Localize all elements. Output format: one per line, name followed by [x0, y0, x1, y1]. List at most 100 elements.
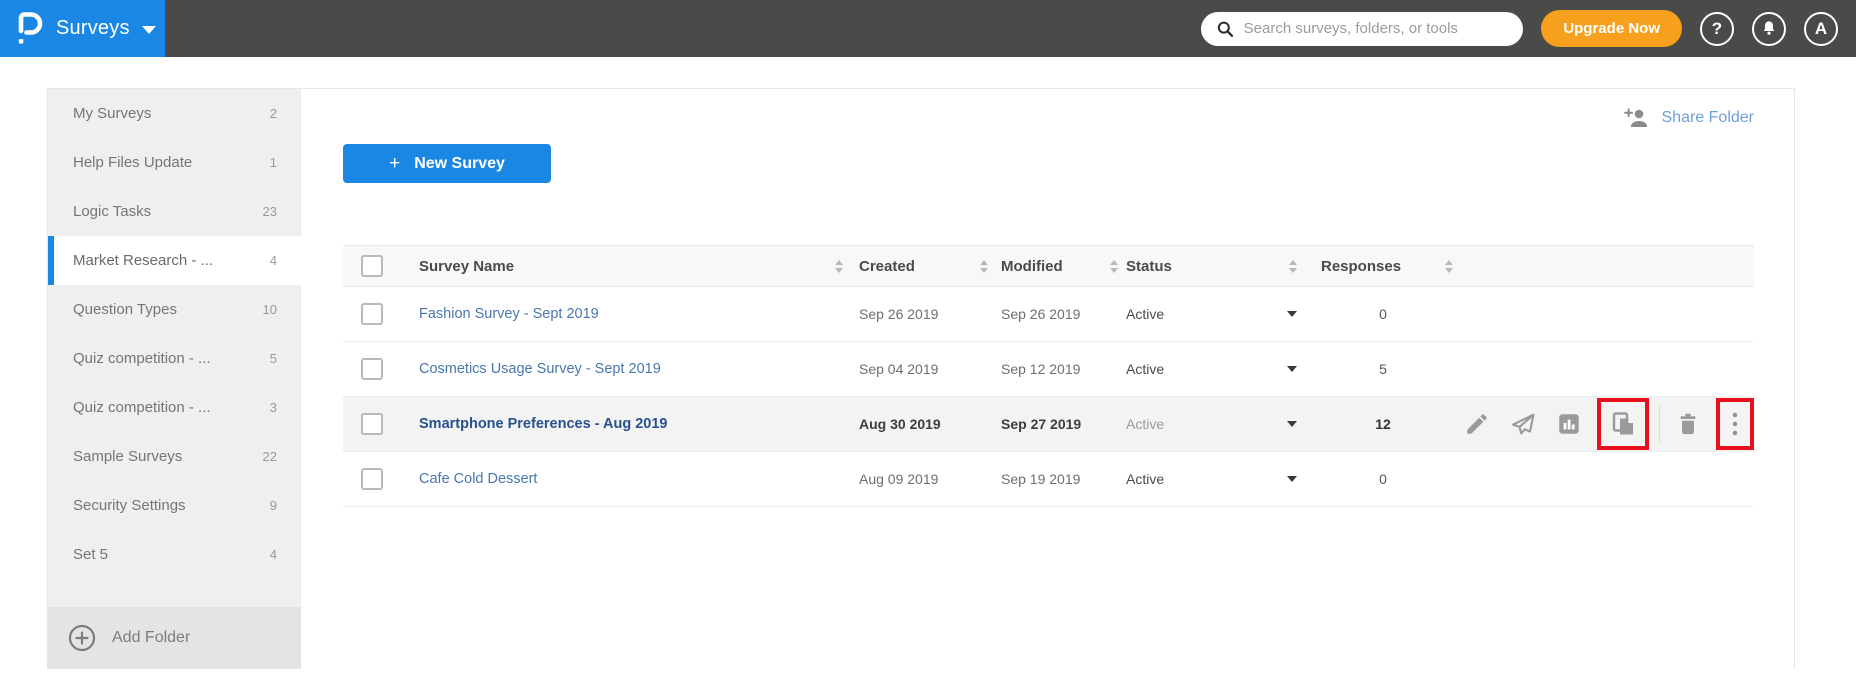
sidebar-item-sample-surveys[interactable]: Sample Surveys 22: [48, 432, 301, 481]
responses-count: 0: [1379, 471, 1387, 487]
copy-icon: [1612, 412, 1633, 435]
row-checkbox[interactable]: [361, 413, 383, 435]
topbar-right-group: Upgrade Now ? A: [1201, 0, 1856, 57]
folder-count: 23: [262, 204, 277, 219]
folder-label: Security Settings: [73, 497, 186, 514]
new-survey-label: New Survey: [414, 154, 505, 172]
person-add-icon: [1623, 108, 1647, 127]
notifications-button[interactable]: [1752, 11, 1786, 46]
upgrade-now-button[interactable]: Upgrade Now: [1541, 10, 1682, 47]
add-folder-button[interactable]: Add Folder: [48, 607, 301, 669]
folder-label: Logic Tasks: [73, 203, 152, 220]
product-switcher[interactable]: Surveys: [0, 0, 165, 57]
table-row: Cafe Cold Dessert Aug 09 2019 Sep 19 201…: [343, 452, 1754, 507]
status-value: Active: [1126, 361, 1165, 377]
folder-label: Quiz competition - ...: [73, 350, 211, 367]
folder-count: 22: [262, 449, 277, 464]
sidebar-item-quiz-competition-1[interactable]: Quiz competition - ... 5: [48, 334, 301, 383]
new-survey-button[interactable]: + New Survey: [343, 144, 551, 183]
table-row: Cosmetics Usage Survey - Sept 2019 Sep 0…: [343, 342, 1754, 397]
chevron-down-icon: [141, 26, 156, 34]
folder-label: Market Research - ...: [73, 252, 214, 269]
edit-button[interactable]: [1459, 406, 1495, 442]
global-search[interactable]: [1201, 11, 1524, 46]
sidebar-item-question-types[interactable]: Question Types 10: [48, 285, 301, 334]
folder-label: Sample Surveys: [73, 448, 183, 465]
delete-button[interactable]: [1670, 406, 1706, 442]
sidebar-item-set-5[interactable]: Set 5 4: [48, 530, 301, 579]
sidebar-item-market-research[interactable]: Market Research - ... 4: [48, 236, 301, 285]
modified-date: Sep 27 2019: [1001, 416, 1082, 432]
status-dropdown[interactable]: [1287, 421, 1297, 427]
row-checkbox[interactable]: [361, 468, 383, 490]
actions-divider: [1659, 406, 1660, 442]
column-header-modified: Modified: [1001, 257, 1063, 275]
bar-chart-icon: [1559, 414, 1579, 434]
help-button[interactable]: ?: [1700, 11, 1734, 46]
surveys-panel: My Surveys 2 Help Files Update 1 Logic T…: [47, 88, 1795, 669]
circle-plus-icon: [68, 624, 96, 652]
sidebar-item-my-surveys[interactable]: My Surveys 2: [48, 89, 301, 138]
survey-name-link[interactable]: Fashion Survey - Sept 2019: [419, 306, 599, 322]
status-value: Active: [1126, 471, 1165, 487]
copy-highlight-box: [1597, 398, 1649, 450]
modified-date: Sep 19 2019: [1001, 471, 1081, 487]
survey-name-link[interactable]: Cosmetics Usage Survey - Sept 2019: [419, 361, 661, 377]
avatar[interactable]: A: [1804, 11, 1838, 46]
modified-date: Sep 26 2019: [1001, 306, 1081, 322]
status-dropdown[interactable]: [1287, 311, 1297, 317]
sort-icon[interactable]: [1110, 259, 1118, 273]
folder-label: My Surveys: [73, 105, 152, 122]
sort-icon[interactable]: [980, 259, 988, 273]
folder-count: 4: [269, 253, 277, 268]
surveys-table: Survey Name Created Modified Status Resp…: [343, 245, 1754, 507]
status-dropdown[interactable]: [1287, 476, 1297, 482]
table-row: Fashion Survey - Sept 2019 Sep 26 2019 S…: [343, 287, 1754, 342]
status-value: Active: [1126, 306, 1165, 322]
folder-count: 9: [269, 498, 277, 513]
folder-count: 4: [269, 547, 277, 562]
top-bar: Surveys Upgrade Now ? A: [0, 0, 1856, 57]
responses-count: 12: [1375, 416, 1391, 432]
folder-count: 1: [269, 155, 277, 170]
sidebar-item-security-settings[interactable]: Security Settings 9: [48, 481, 301, 530]
more-options-button[interactable]: [1717, 406, 1753, 442]
survey-list-area: Share Folder + New Survey Survey Name Cr…: [301, 89, 1794, 669]
send-button[interactable]: [1505, 406, 1541, 442]
column-header-status: Status: [1126, 257, 1172, 275]
plus-icon: +: [389, 152, 401, 174]
survey-name-link[interactable]: Smartphone Preferences - Aug 2019: [419, 416, 667, 432]
sidebar-item-quiz-competition-2[interactable]: Quiz competition - ... 3: [48, 383, 301, 432]
row-actions: [1453, 398, 1754, 450]
folder-label: Quiz competition - ...: [73, 399, 211, 416]
folder-count: 2: [269, 106, 277, 121]
reports-button[interactable]: [1551, 406, 1587, 442]
sort-icon[interactable]: [835, 259, 843, 273]
folder-sidebar: My Surveys 2 Help Files Update 1 Logic T…: [48, 89, 301, 669]
select-all-checkbox[interactable]: [361, 255, 383, 277]
created-date: Aug 30 2019: [859, 416, 941, 432]
paper-plane-icon: [1512, 413, 1535, 435]
more-highlight-box: [1716, 398, 1754, 450]
column-header-survey-name: Survey Name: [419, 257, 515, 275]
pencil-icon: [1467, 414, 1487, 434]
share-folder-button[interactable]: Share Folder: [1623, 107, 1755, 129]
add-folder-label: Add Folder: [112, 629, 191, 646]
folder-label: Set 5: [73, 546, 109, 563]
folder-count: 3: [269, 400, 277, 415]
status-dropdown[interactable]: [1287, 366, 1297, 372]
sort-icon[interactable]: [1445, 259, 1453, 273]
row-checkbox[interactable]: [361, 303, 383, 325]
folder-label: Help Files Update: [73, 154, 193, 171]
share-folder-label: Share Folder: [1661, 109, 1755, 126]
status-value: Active: [1126, 416, 1165, 432]
duplicate-button[interactable]: [1605, 406, 1641, 442]
sort-icon[interactable]: [1289, 259, 1297, 273]
bell-icon: [1763, 21, 1775, 35]
sidebar-item-logic-tasks[interactable]: Logic Tasks 23: [48, 187, 301, 236]
sidebar-item-help-files-update[interactable]: Help Files Update 1: [48, 138, 301, 187]
survey-name-link[interactable]: Cafe Cold Dessert: [419, 471, 537, 487]
search-input[interactable]: [1243, 20, 1508, 37]
responses-count: 5: [1379, 361, 1387, 377]
row-checkbox[interactable]: [361, 358, 383, 380]
